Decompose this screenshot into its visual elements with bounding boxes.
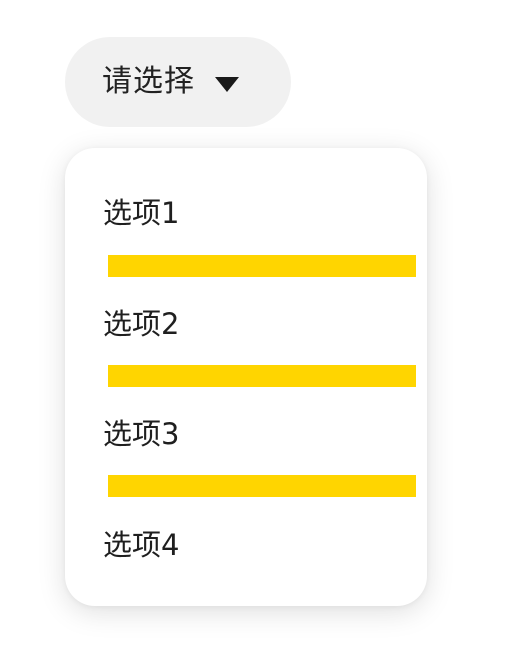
option-divider xyxy=(108,365,416,387)
option-divider xyxy=(108,255,416,277)
option-4[interactable]: 选项4 xyxy=(103,531,179,560)
option-1[interactable]: 选项1 xyxy=(103,199,179,228)
option-divider xyxy=(108,475,416,497)
caret-down-icon xyxy=(215,76,239,92)
option-3[interactable]: 选项3 xyxy=(103,420,179,449)
option-2[interactable]: 选项2 xyxy=(103,310,179,339)
select-trigger[interactable]: 请选择 xyxy=(65,37,291,127)
dropdown-menu: 选项1 选项2 选项3 选项4 xyxy=(65,148,427,606)
select-placeholder: 请选择 xyxy=(102,64,195,99)
